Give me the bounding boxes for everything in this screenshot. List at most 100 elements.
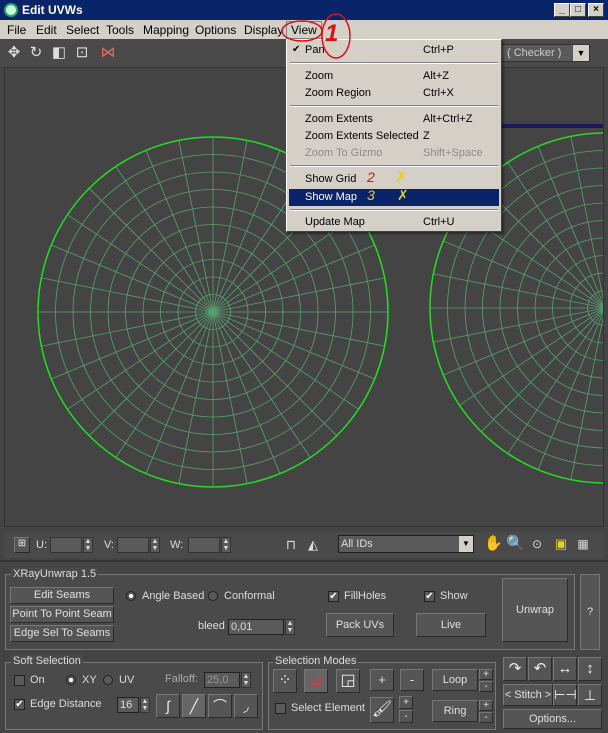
weld-vertical-icon[interactable]: ⊥ (578, 684, 602, 706)
shrink-selection-button[interactable]: - (400, 669, 424, 691)
app-icon (4, 3, 18, 17)
menu-tools[interactable]: Tools (106, 23, 134, 37)
maximize-button[interactable]: □ (570, 3, 586, 17)
unwrap-button[interactable]: Unwrap (502, 578, 568, 642)
absolute-offset-icon[interactable]: ⊞ (14, 537, 30, 553)
xy-radio[interactable] (66, 675, 76, 685)
w-input[interactable] (188, 537, 220, 553)
edge-mode-icon[interactable]: ⊿ (304, 669, 328, 693)
mirror-icon[interactable]: ⋈ (99, 44, 117, 62)
mirror-horizontal-icon[interactable]: ↔ (553, 657, 577, 681)
uv-spoke (433, 307, 603, 343)
vertex-mode-icon[interactable]: ⁘ (273, 669, 297, 693)
options-button[interactable]: Options... (503, 709, 602, 729)
menu-separator (290, 165, 498, 167)
menu-item-show-grid[interactable]: Show Grid 2 ✗ (289, 169, 499, 188)
bleed-spinner[interactable]: ▲ ▼ (285, 619, 295, 635)
menu-item-zoom-extents-selected[interactable]: Zoom Extents Selected Z (289, 128, 499, 145)
id-filter-dropdown[interactable]: All IDs ▼ (338, 535, 474, 553)
texture-dropdown[interactable]: ( Checker ) ▼ (500, 44, 590, 62)
stitch-button[interactable]: < Stitch > (503, 684, 553, 706)
falloff-slow-icon[interactable]: ⌒ (208, 694, 232, 718)
close-button[interactable]: × (588, 3, 604, 17)
edge-distance-input[interactable]: 16 (117, 697, 139, 713)
brush-shrink-button[interactable]: - (399, 710, 413, 723)
fillholes-checkbox[interactable]: ✔ (328, 591, 339, 602)
edge-distance-checkbox[interactable]: ✔ (14, 699, 25, 710)
falloff-input[interactable]: 25,0 (204, 672, 240, 688)
soft-on-checkbox[interactable] (14, 675, 25, 686)
show-label: Show (440, 590, 468, 602)
pan-hand-icon[interactable]: ✋ (484, 535, 503, 553)
falloff-fast-icon[interactable]: ◞ (234, 694, 258, 718)
angle-based-radio[interactable] (126, 591, 136, 601)
show-checkbox[interactable]: ✔ (424, 591, 435, 602)
menu-item-zoom-extents[interactable]: Zoom Extents Alt+Ctrl+Z (289, 111, 499, 128)
menu-options[interactable]: Options (195, 23, 236, 37)
uv-spoke (212, 150, 281, 313)
ring-grow-button[interactable]: + (479, 700, 493, 711)
edge-sel-to-seams-button[interactable]: Edge Sel To Seams (10, 625, 114, 642)
scale-icon[interactable]: ◧ (50, 44, 68, 62)
help-button[interactable]: ? (580, 574, 600, 650)
uv-spoke (212, 244, 375, 313)
uv-spoke (443, 240, 603, 308)
uv-radio[interactable] (103, 675, 113, 685)
v-spinner[interactable]: ▲ ▼ (150, 537, 160, 553)
menu-item-update-map[interactable]: Update Map Ctrl+U (289, 214, 499, 231)
paint-select-icon[interactable]: ◭ (304, 536, 322, 554)
face-mode-icon[interactable]: ◲ (336, 669, 360, 693)
menu-display[interactable]: Display (244, 23, 283, 37)
weld-horizontal-icon[interactable]: ⊢⊣ (553, 684, 577, 706)
zoom-region-icon[interactable]: ⊙ (528, 535, 546, 553)
annotation-number: 2 (367, 169, 375, 185)
minimize-button[interactable]: _ (554, 3, 570, 17)
edit-seams-button[interactable]: Edit Seams (10, 587, 114, 604)
rotate-icon[interactable]: ↻ (27, 44, 45, 62)
u-spinner[interactable]: ▲ ▼ (83, 537, 93, 553)
annotation-number: 1 (325, 20, 339, 47)
menu-edit[interactable]: Edit (36, 23, 57, 37)
edge-distance-spinner[interactable]: ▲ ▼ (140, 697, 150, 713)
menu-file[interactable]: File (7, 23, 26, 37)
loop-button[interactable]: Loop (432, 669, 478, 691)
menu-item-zoom-region[interactable]: Zoom Region Ctrl+X (289, 85, 499, 102)
point-to-point-seam-button[interactable]: Point To Point Seam (10, 606, 114, 623)
u-input[interactable] (50, 537, 82, 553)
zoom-icon[interactable]: 🔍 (506, 535, 525, 553)
bleed-input[interactable]: 0,01 (228, 619, 284, 635)
rotate-cw-icon[interactable]: ↷ (503, 657, 527, 681)
pack-uvs-button[interactable]: Pack UVs (326, 613, 394, 637)
falloff-smooth-icon[interactable]: ∫ (156, 694, 180, 718)
menu-separator (290, 209, 498, 211)
loop-grow-button[interactable]: + (479, 669, 493, 680)
ring-shrink-button[interactable]: - (479, 712, 493, 723)
menu-mapping[interactable]: Mapping (143, 23, 189, 37)
live-button[interactable]: Live (416, 613, 486, 637)
grid-snap-icon[interactable]: ▦ (574, 535, 592, 553)
uv-spoke (51, 244, 214, 313)
falloff-linear-icon[interactable]: ╱ (182, 694, 206, 718)
move-icon[interactable]: ✥ (5, 44, 23, 62)
v-input[interactable] (117, 537, 149, 553)
paint-select-brush-icon[interactable]: 🖌 (370, 697, 394, 723)
loop-shrink-button[interactable]: - (479, 681, 493, 692)
ring-button[interactable]: Ring (432, 700, 478, 722)
menu-select[interactable]: Select (66, 23, 99, 37)
conformal-radio[interactable] (208, 591, 218, 601)
lock-icon[interactable]: ⊓ (282, 536, 300, 554)
brush-grow-button[interactable]: + (399, 696, 413, 709)
zoom-extents-icon[interactable]: ▣ (552, 535, 570, 553)
annotation-overlay (281, 13, 351, 59)
mirror-vertical-icon[interactable]: ↕ (578, 657, 602, 681)
selection-modes-title: Selection Modes (273, 655, 359, 667)
select-element-checkbox[interactable] (275, 703, 286, 714)
soft-selection-title: Soft Selection (11, 655, 83, 667)
menu-item-zoom[interactable]: Zoom Alt+Z (289, 68, 499, 85)
menu-item-show-map[interactable]: Show Map 3 ✗ (289, 187, 499, 206)
freeform-icon[interactable]: ⊡ (73, 44, 91, 62)
w-spinner[interactable]: ▲ ▼ (221, 537, 231, 553)
rotate-ccw-icon[interactable]: ↶ (528, 657, 552, 681)
grow-selection-button[interactable]: + (370, 669, 394, 691)
falloff-spinner[interactable]: ▲ ▼ (241, 672, 251, 688)
